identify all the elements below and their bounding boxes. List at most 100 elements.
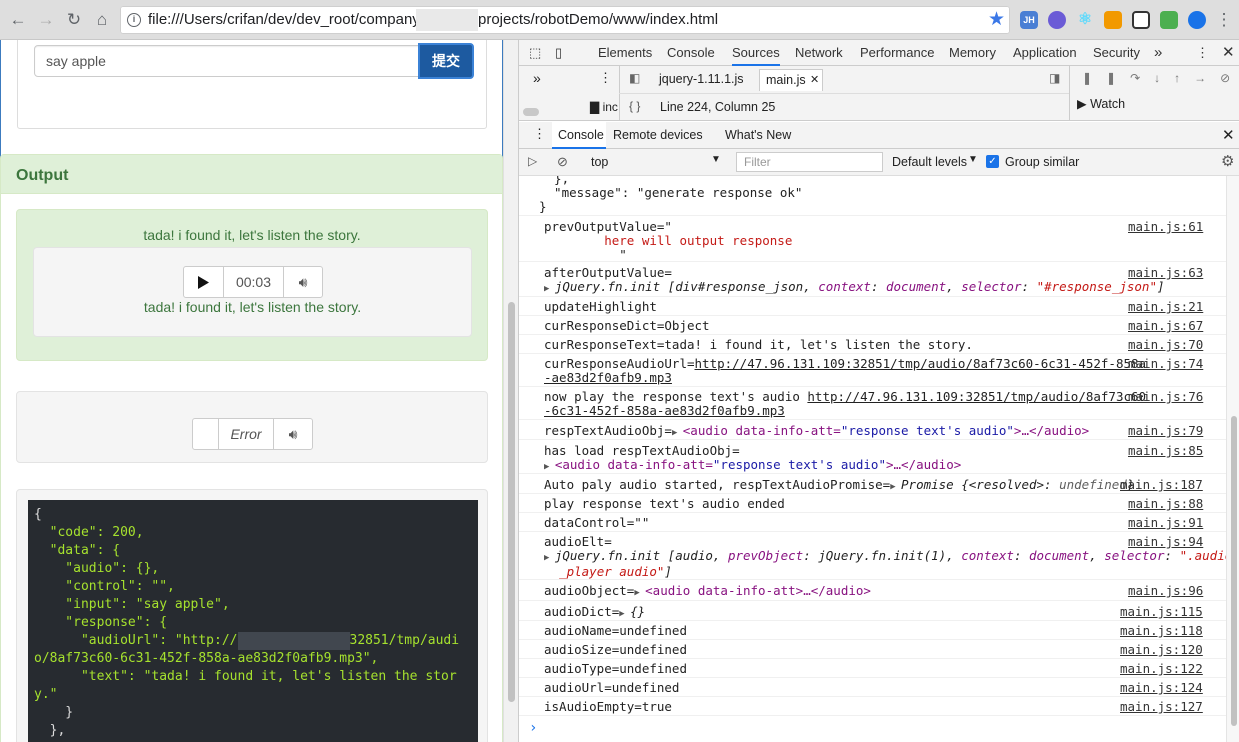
qr-code-icon[interactable] xyxy=(1132,11,1150,29)
info-icon[interactable]: i xyxy=(127,13,141,27)
drawer-menu-icon[interactable]: ⋮ xyxy=(533,126,546,142)
play-placeholder[interactable] xyxy=(193,419,219,449)
tab-performance[interactable]: Performance xyxy=(860,40,934,66)
expand-triangle-icon[interactable]: ▶ xyxy=(619,609,630,619)
tab-console[interactable]: Console xyxy=(667,40,715,66)
tab-application[interactable]: Application xyxy=(1013,40,1077,66)
close-devtools-icon[interactable]: ✕ xyxy=(1222,40,1235,66)
source-link[interactable]: main.js:91 xyxy=(1128,516,1203,530)
home-icon[interactable]: ⌂ xyxy=(90,8,114,32)
filter-input[interactable]: Filter xyxy=(736,152,883,172)
source-link[interactable]: main.js:94 xyxy=(1128,535,1203,549)
source-link[interactable]: main.js:70 xyxy=(1128,338,1203,352)
chevron-down-icon[interactable]: ▼ xyxy=(968,154,978,165)
log-link[interactable]: http://47.96.131.109:32851/tmp/audio/8af… xyxy=(807,389,1146,404)
source-link[interactable]: main.js:118 xyxy=(1120,624,1203,638)
say-input[interactable] xyxy=(34,45,420,77)
tab-memory[interactable]: Memory xyxy=(949,40,996,66)
log-link[interactable]: -6c31-452f-858a-ae83d2f0afb9.mp3 xyxy=(544,403,785,418)
navigator-file[interactable]: ▇ inc xyxy=(590,100,618,114)
menu-icon[interactable]: ⋮ xyxy=(1212,8,1236,32)
expand-triangle-icon[interactable]: ▶ xyxy=(672,428,683,438)
log-message: audioDict=▶ {} xyxy=(544,605,645,621)
source-link[interactable]: main.js:21 xyxy=(1128,300,1203,314)
drawer-tab-remote-devices[interactable]: Remote devices xyxy=(613,128,703,142)
source-link[interactable]: main.js:85 xyxy=(1128,444,1203,458)
settings-gear-icon[interactable]: ⚙ xyxy=(1221,152,1234,170)
source-link[interactable]: main.js:124 xyxy=(1120,681,1203,695)
expand-triangle-icon[interactable]: ▶ xyxy=(544,462,555,472)
toggle-debugger-icon[interactable]: ◨ xyxy=(1049,71,1060,85)
extension-icon[interactable] xyxy=(1188,11,1206,29)
forward-icon[interactable]: → xyxy=(34,8,58,32)
react-devtools-icon[interactable]: ⚛ xyxy=(1076,11,1094,29)
expand-triangle-icon[interactable]: ▶ xyxy=(890,482,901,492)
pretty-print-icon[interactable]: { } xyxy=(629,99,640,113)
jh-extension-icon[interactable]: JH xyxy=(1020,11,1038,29)
watch-section[interactable]: ▶ Watch xyxy=(1077,96,1125,111)
page-scrollbar-thumb[interactable] xyxy=(508,302,515,702)
toggle-navigator-icon[interactable]: ◧ xyxy=(629,71,640,85)
source-link[interactable]: main.js:122 xyxy=(1120,662,1203,676)
volume-icon[interactable]: 🔊︎ xyxy=(284,267,322,297)
volume-icon[interactable]: 🔊︎ xyxy=(274,419,312,449)
expand-triangle-icon[interactable]: ▶ xyxy=(544,553,555,563)
browser-toolbar: ← → ↻ ⌂ i file:///Users/crifan/dev/dev_r… xyxy=(0,0,1239,40)
debugger-controls-icon[interactable]: ❚❚↷↓↑→⊘ xyxy=(1082,71,1239,85)
more-tabs-icon[interactable]: » xyxy=(1154,40,1162,66)
source-link[interactable]: main.js:74 xyxy=(1128,357,1203,371)
tab-sources[interactable]: Sources xyxy=(732,40,780,66)
file-tab-jquery[interactable]: jquery-1.11.1.js xyxy=(659,72,744,86)
source-link[interactable]: main.js:67 xyxy=(1128,319,1203,333)
tab-elements[interactable]: Elements xyxy=(598,40,652,66)
console-sidebar-icon[interactable]: ▷ xyxy=(528,154,537,168)
levels-select[interactable]: Default levels xyxy=(892,155,967,169)
address-bar[interactable]: i file:///Users/crifan/dev/dev_root/comp… xyxy=(120,6,1010,34)
play-icon[interactable] xyxy=(184,267,224,297)
navigator-menu-icon[interactable]: ⋮ xyxy=(599,70,612,86)
source-link[interactable]: main.js:120 xyxy=(1120,643,1203,657)
drawer-tab-whats-new[interactable]: What's New xyxy=(725,128,791,142)
back-icon[interactable]: ← xyxy=(6,8,30,32)
navigator-scrollbar[interactable] xyxy=(523,108,539,116)
devtools-menu-icon[interactable]: ⋮ xyxy=(1196,40,1209,66)
log-message: audioType=undefined xyxy=(544,661,687,676)
clear-console-icon[interactable]: ⊘ xyxy=(557,154,568,170)
tab-network[interactable]: Network xyxy=(795,40,843,66)
console-scrollbar-thumb[interactable] xyxy=(1231,416,1237,726)
chevron-down-icon[interactable]: ▼ xyxy=(711,154,721,165)
extension-icon[interactable] xyxy=(1048,11,1066,29)
submit-button[interactable]: 提交 xyxy=(418,43,474,79)
reload-icon[interactable]: ↻ xyxy=(62,8,86,32)
log-link[interactable]: http://47.96.131.109:32851/tmp/audio/8af… xyxy=(695,356,1147,371)
source-link[interactable]: main.js:127 xyxy=(1120,700,1203,714)
source-link[interactable]: main.js:187 xyxy=(1120,478,1203,492)
extension-icon[interactable] xyxy=(1104,11,1122,29)
source-link[interactable]: main.js:63 xyxy=(1128,266,1203,280)
source-link[interactable]: main.js:115 xyxy=(1120,605,1203,619)
source-link[interactable]: main.js:61 xyxy=(1128,220,1203,234)
group-similar-checkbox[interactable]: ✓ xyxy=(986,155,999,168)
source-link[interactable]: main.js:79 xyxy=(1128,424,1203,438)
file-tab-main[interactable]: main.js ✕ xyxy=(759,69,823,91)
console-scrollbar[interactable] xyxy=(1226,176,1239,742)
bookmark-star-icon[interactable]: ★ xyxy=(988,8,1005,31)
page-scrollbar[interactable] xyxy=(503,40,518,742)
close-tab-icon[interactable]: ✕ xyxy=(810,73,819,86)
console-prompt[interactable]: › xyxy=(529,720,537,736)
extension-icon[interactable] xyxy=(1160,11,1178,29)
inspect-element-icon[interactable]: ⬚ xyxy=(529,40,541,66)
log-link[interactable]: -ae83d2f0afb9.mp3 xyxy=(544,370,672,385)
log-entry: audioUrl=undefined main.js:124 xyxy=(519,678,1226,697)
expand-triangle-icon[interactable]: ▶ xyxy=(544,284,555,294)
expand-triangle-icon[interactable]: ▶ xyxy=(634,588,645,598)
device-toggle-icon[interactable]: ▯ xyxy=(555,40,562,66)
tab-security[interactable]: Security xyxy=(1093,40,1140,66)
context-select[interactable]: top xyxy=(591,155,608,169)
source-link[interactable]: main.js:76 xyxy=(1128,390,1203,404)
source-link[interactable]: main.js:88 xyxy=(1128,497,1203,511)
source-link[interactable]: main.js:96 xyxy=(1128,584,1203,598)
navigator-more-icon[interactable]: » xyxy=(533,70,541,86)
drawer-tab-console[interactable]: Console xyxy=(552,122,606,149)
close-drawer-icon[interactable]: ✕ xyxy=(1222,126,1235,144)
